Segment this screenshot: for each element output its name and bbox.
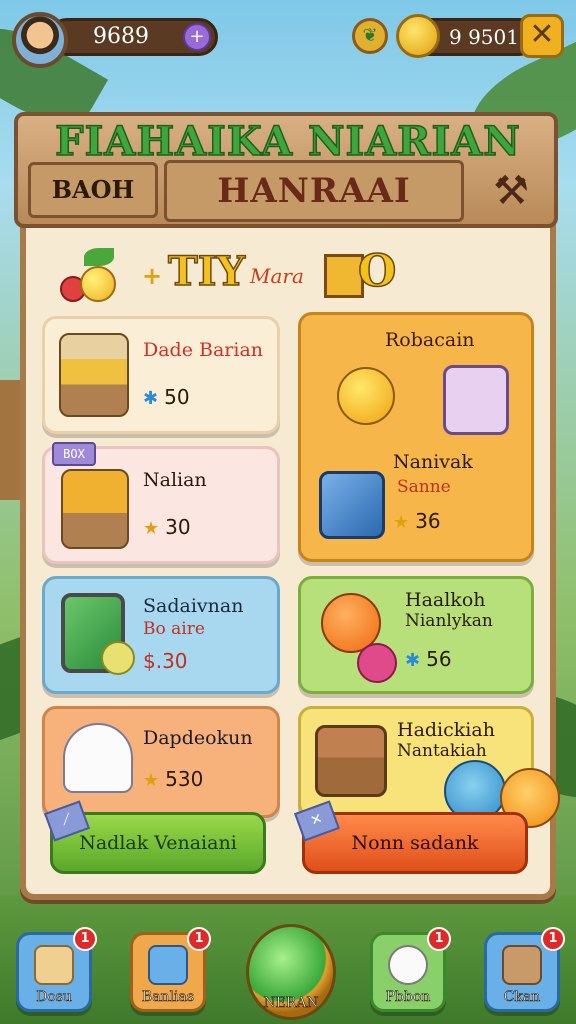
nav-label: Dosu bbox=[36, 989, 72, 1006]
bottom-nav: 1 Dosu 1 Banlias NERAN 1 Pbbon 1 Ckan bbox=[0, 924, 576, 1020]
item-price-value: 530 bbox=[165, 767, 204, 791]
shop-item-card[interactable]: Sadaivnan Bo aire $.30 bbox=[42, 576, 280, 694]
crate-stack-icon bbox=[59, 333, 129, 417]
tools-icon[interactable]: ⚒ bbox=[486, 166, 536, 216]
blue-star-icon: ✱ bbox=[405, 650, 421, 671]
gold-coin-icon bbox=[396, 14, 440, 58]
item-subtitle: Bo aire bbox=[143, 619, 205, 639]
featured-item-subtitle: Sanne bbox=[397, 477, 451, 497]
shop-item-card[interactable]: Haalkoh Nianlykan ✱ 56 bbox=[298, 576, 534, 694]
mara-text: Mara bbox=[250, 264, 304, 288]
nav-label: Banlias bbox=[141, 989, 195, 1006]
item-price-value: $.30 bbox=[143, 649, 188, 673]
gold-amount: 9 9501 bbox=[449, 25, 519, 49]
coin-counter: 9689 + bbox=[48, 18, 218, 56]
mug-icon bbox=[443, 365, 509, 435]
gift-box-icon: O bbox=[324, 240, 397, 300]
map-icon bbox=[34, 945, 74, 985]
orange-character-icon bbox=[337, 367, 395, 425]
item-tag: BOX bbox=[52, 442, 96, 466]
item-name: Hadickiah bbox=[397, 719, 495, 741]
coin-amount: 9689 bbox=[93, 24, 149, 49]
item-price: ★ 530 bbox=[143, 767, 203, 791]
leaf-icon[interactable]: ❦ bbox=[352, 18, 388, 54]
top-bar: 9689 + ❦ 9 9501 ✕ bbox=[8, 8, 568, 68]
chest-icon bbox=[315, 725, 387, 797]
item-subtitle: Nianlykan bbox=[405, 611, 493, 631]
nav-button-ckan[interactable]: 1 Ckan bbox=[484, 927, 565, 1012]
featured-item-card[interactable]: Robacain Nanivak Sanne ★ 36 bbox=[298, 312, 534, 562]
plum-fruit-icon bbox=[357, 643, 397, 683]
featured-title: Robacain bbox=[385, 329, 475, 351]
gold-star-icon: ★ bbox=[143, 770, 160, 791]
item-price-value: 56 bbox=[426, 647, 452, 671]
item-price: $.30 bbox=[143, 649, 188, 673]
close-button[interactable]: ✕ bbox=[520, 14, 564, 58]
featured-price: ★ 36 bbox=[393, 509, 441, 533]
notification-badge: 1 bbox=[187, 927, 211, 951]
item-price: ✱ 50 bbox=[143, 385, 190, 409]
item-name: Haalkoh bbox=[405, 589, 486, 611]
item-price-value: 30 bbox=[165, 515, 191, 539]
add-coins-button[interactable]: + bbox=[183, 23, 211, 51]
blue-star-icon: ✱ bbox=[143, 388, 159, 409]
suitcase-icon bbox=[319, 471, 385, 539]
chef-hat-icon bbox=[63, 723, 133, 793]
nav-label: NERAN bbox=[263, 995, 319, 1012]
nav-button-pbbon[interactable]: 1 Pbbon bbox=[370, 927, 451, 1012]
item-price-value: 50 bbox=[164, 385, 190, 409]
item-name: Dapdeokun bbox=[143, 727, 253, 749]
gold-star-icon: ★ bbox=[393, 512, 410, 533]
search-tab[interactable]: BAOH bbox=[28, 162, 158, 218]
item-subtitle: Nantakiah bbox=[397, 741, 487, 761]
shop-subtitle: HANRAAI bbox=[164, 160, 464, 222]
nav-button-banlias[interactable]: 1 Banlias bbox=[130, 927, 211, 1012]
apple-icon bbox=[101, 641, 135, 675]
bonus-text: TIY bbox=[167, 247, 246, 296]
featured-price-value: 36 bbox=[415, 509, 441, 533]
robot-icon bbox=[502, 945, 542, 985]
gold-star-icon: ★ bbox=[143, 518, 160, 539]
shop-title: FIAHAIKA NIARIAN bbox=[54, 117, 521, 166]
box-letter: O bbox=[357, 245, 397, 298]
nav-button-dosu[interactable]: 1 Dosu bbox=[16, 927, 97, 1012]
item-price: ✱ 56 bbox=[405, 647, 452, 671]
fruit-icon bbox=[60, 248, 120, 304]
notification-badge: 1 bbox=[73, 927, 97, 951]
item-name: Nalian bbox=[143, 469, 207, 491]
nav-button-neran[interactable]: NERAN bbox=[246, 924, 336, 1020]
cat-icon bbox=[148, 945, 188, 985]
item-price: ★ 30 bbox=[143, 515, 191, 539]
item-name: Dade Barian bbox=[143, 339, 264, 361]
egg-icon bbox=[388, 945, 428, 985]
nav-label: Ckan bbox=[503, 989, 541, 1006]
notification-badge: 1 bbox=[427, 927, 451, 951]
plus-star-icon: + bbox=[142, 262, 163, 290]
treasure-chest-icon bbox=[61, 469, 129, 549]
shop-item-card[interactable]: Dade Barian ✱ 50 bbox=[42, 316, 280, 434]
item-name: Sadaivnan bbox=[143, 595, 244, 617]
player-avatar[interactable] bbox=[12, 12, 68, 68]
notification-badge: 1 bbox=[541, 927, 565, 951]
nav-label: Pbbon bbox=[385, 989, 431, 1006]
featured-item-name: Nanivak bbox=[393, 451, 473, 473]
